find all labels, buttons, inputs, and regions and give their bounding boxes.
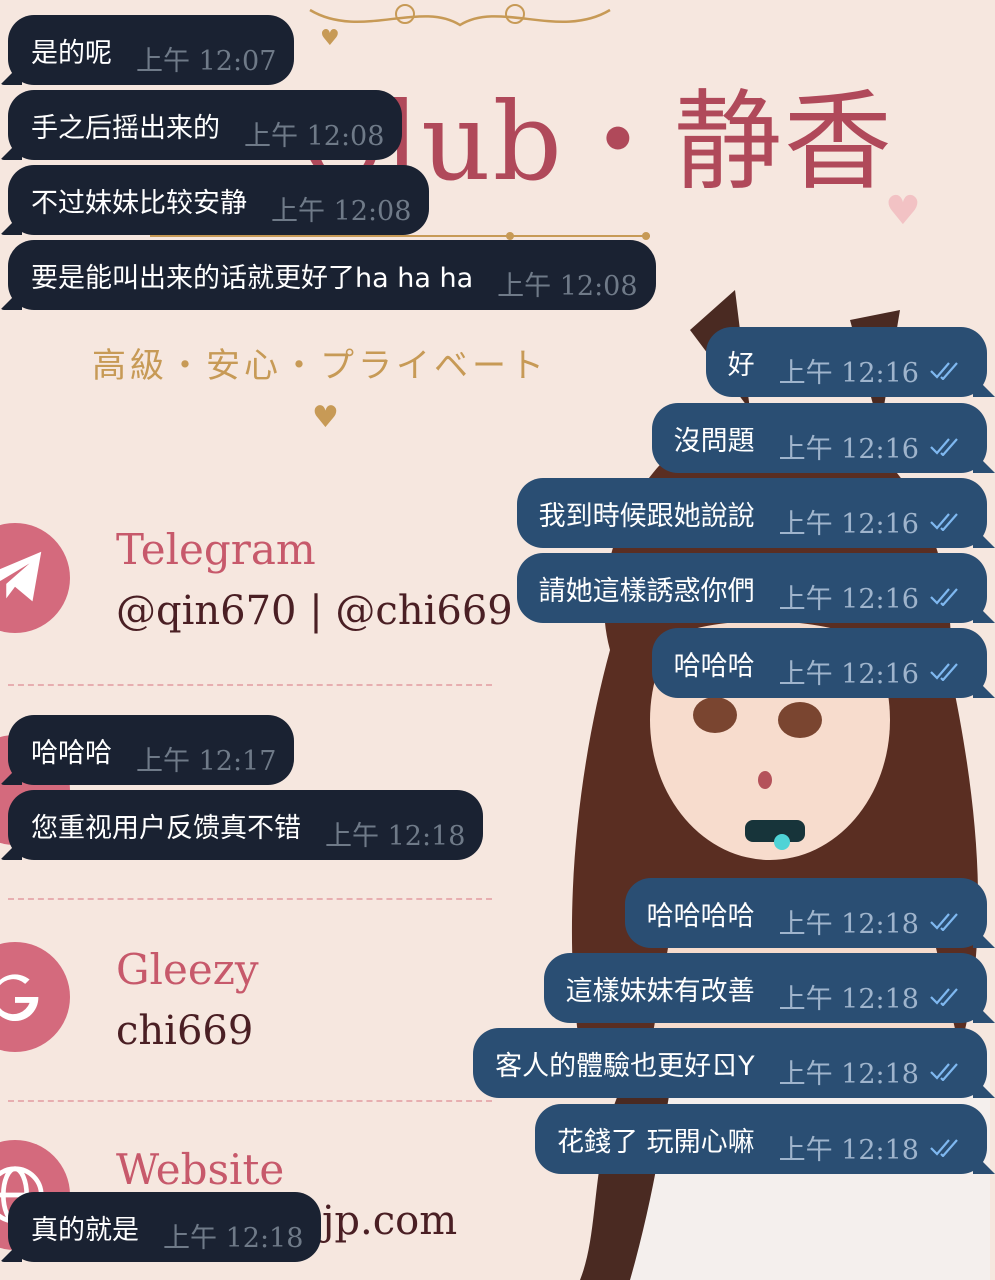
message-text: 我到時候跟她說說 xyxy=(538,500,755,532)
message-time: 上午 12:16 xyxy=(778,508,919,540)
divider xyxy=(8,898,492,900)
double-check-icon xyxy=(929,911,963,932)
svg-text:♥: ♥ xyxy=(320,26,340,50)
divider xyxy=(8,1100,492,1102)
message-time: 上午 12:16 xyxy=(778,357,919,389)
poster-tagline: 高級・安心・プライベート xyxy=(92,346,548,386)
double-check-icon xyxy=(929,661,963,682)
ornament-flourish: ♥ xyxy=(309,4,611,50)
contact-label-telegram: Telegram xyxy=(116,525,316,574)
contact-value-website: jp.com xyxy=(322,1198,458,1244)
message-text: 花錢了 玩開心嘛 xyxy=(557,1126,755,1158)
message-bubble-outgoing[interactable]: 好 上午 12:16 xyxy=(705,327,987,397)
message-time: 上午 12:16 xyxy=(778,658,919,690)
message-bubble-outgoing[interactable]: 請她這樣誘惑你們 上午 12:16 xyxy=(516,553,987,623)
telegram-icon xyxy=(0,523,70,633)
message-time: 上午 12:18 xyxy=(325,820,466,852)
message-bubble-outgoing[interactable]: 花錢了 玩開心嘛 上午 12:18 xyxy=(535,1104,987,1174)
message-text: 這樣妹妹有改善 xyxy=(565,975,755,1007)
message-text: 哈哈哈哈 xyxy=(646,900,755,932)
message-text: 好 xyxy=(727,349,755,381)
message-time: 上午 12:18 xyxy=(778,983,919,1015)
message-time: 上午 12:08 xyxy=(244,120,385,152)
contact-value-gleezy: chi669 xyxy=(116,1008,254,1054)
message-bubble-incoming[interactable]: 您重视用户反馈真不错 上午 12:18 xyxy=(8,790,484,860)
message-text: 不过妹妹比较安静 xyxy=(31,187,247,219)
divider xyxy=(8,684,492,686)
double-check-icon xyxy=(929,1061,963,1082)
message-text: 手之后摇出来的 xyxy=(31,112,220,144)
double-check-icon xyxy=(929,586,963,607)
message-text: 真的就是 xyxy=(31,1214,139,1246)
heart-icon: ♥ xyxy=(312,400,339,435)
message-bubble-incoming[interactable]: 哈哈哈 上午 12:17 xyxy=(8,715,295,785)
double-check-icon xyxy=(929,511,963,532)
double-check-icon xyxy=(929,1137,963,1158)
message-time: 上午 12:17 xyxy=(136,745,277,777)
message-time: 上午 12:18 xyxy=(163,1222,304,1254)
g-letter-icon xyxy=(0,942,70,1052)
double-check-icon xyxy=(929,436,963,457)
contact-label-gleezy: Gleezy xyxy=(116,945,259,994)
message-bubble-incoming[interactable]: 是的呢 上午 12:07 xyxy=(8,15,295,85)
message-time: 上午 12:16 xyxy=(778,583,919,615)
message-text: 是的呢 xyxy=(31,37,112,69)
message-text: 請她這樣誘惑你們 xyxy=(538,575,755,607)
message-time: 上午 12:18 xyxy=(778,908,919,940)
message-bubble-outgoing[interactable]: 哈哈哈 上午 12:16 xyxy=(651,628,987,698)
message-bubble-outgoing[interactable]: 這樣妹妹有改善 上午 12:18 xyxy=(543,953,987,1023)
message-bubble-incoming[interactable]: 真的就是 上午 12:18 xyxy=(8,1192,322,1262)
heart-icon: ♥ xyxy=(885,188,921,234)
message-text: 客人的體驗也更好ㄖY xyxy=(495,1050,755,1082)
message-bubble-outgoing[interactable]: 客人的體驗也更好ㄖY 上午 12:18 xyxy=(473,1028,987,1098)
message-text: 要是能叫出来的话就更好了ha ha ha xyxy=(31,262,474,294)
message-text: 沒問題 xyxy=(673,425,755,457)
message-text: 哈哈哈 xyxy=(673,650,755,682)
message-text: 您重视用户反馈真不错 xyxy=(31,812,301,844)
message-time: 上午 12:18 xyxy=(778,1134,919,1166)
message-time: 上午 12:08 xyxy=(271,195,412,227)
message-time: 上午 12:16 xyxy=(778,433,919,465)
message-bubble-incoming[interactable]: 不过妹妹比较安静 上午 12:08 xyxy=(8,165,430,235)
message-time: 上午 12:08 xyxy=(497,270,638,302)
message-bubble-incoming[interactable]: 手之后摇出来的 上午 12:08 xyxy=(8,90,403,160)
message-time: 上午 12:07 xyxy=(136,45,277,77)
contact-label-website: Website xyxy=(116,1145,285,1194)
message-bubble-incoming[interactable]: 要是能叫出来的话就更好了ha ha ha 上午 12:08 xyxy=(8,240,656,310)
message-time: 上午 12:18 xyxy=(778,1058,919,1090)
double-check-icon xyxy=(929,360,963,381)
message-bubble-outgoing[interactable]: 哈哈哈哈 上午 12:18 xyxy=(624,878,987,948)
message-bubble-outgoing[interactable]: 沒問題 上午 12:16 xyxy=(651,403,987,473)
double-check-icon xyxy=(929,986,963,1007)
message-bubble-outgoing[interactable]: 我到時候跟她說說 上午 12:16 xyxy=(516,478,987,548)
message-text: 哈哈哈 xyxy=(31,737,112,769)
contact-value-telegram: @qin670 | @chi669 xyxy=(116,588,513,634)
